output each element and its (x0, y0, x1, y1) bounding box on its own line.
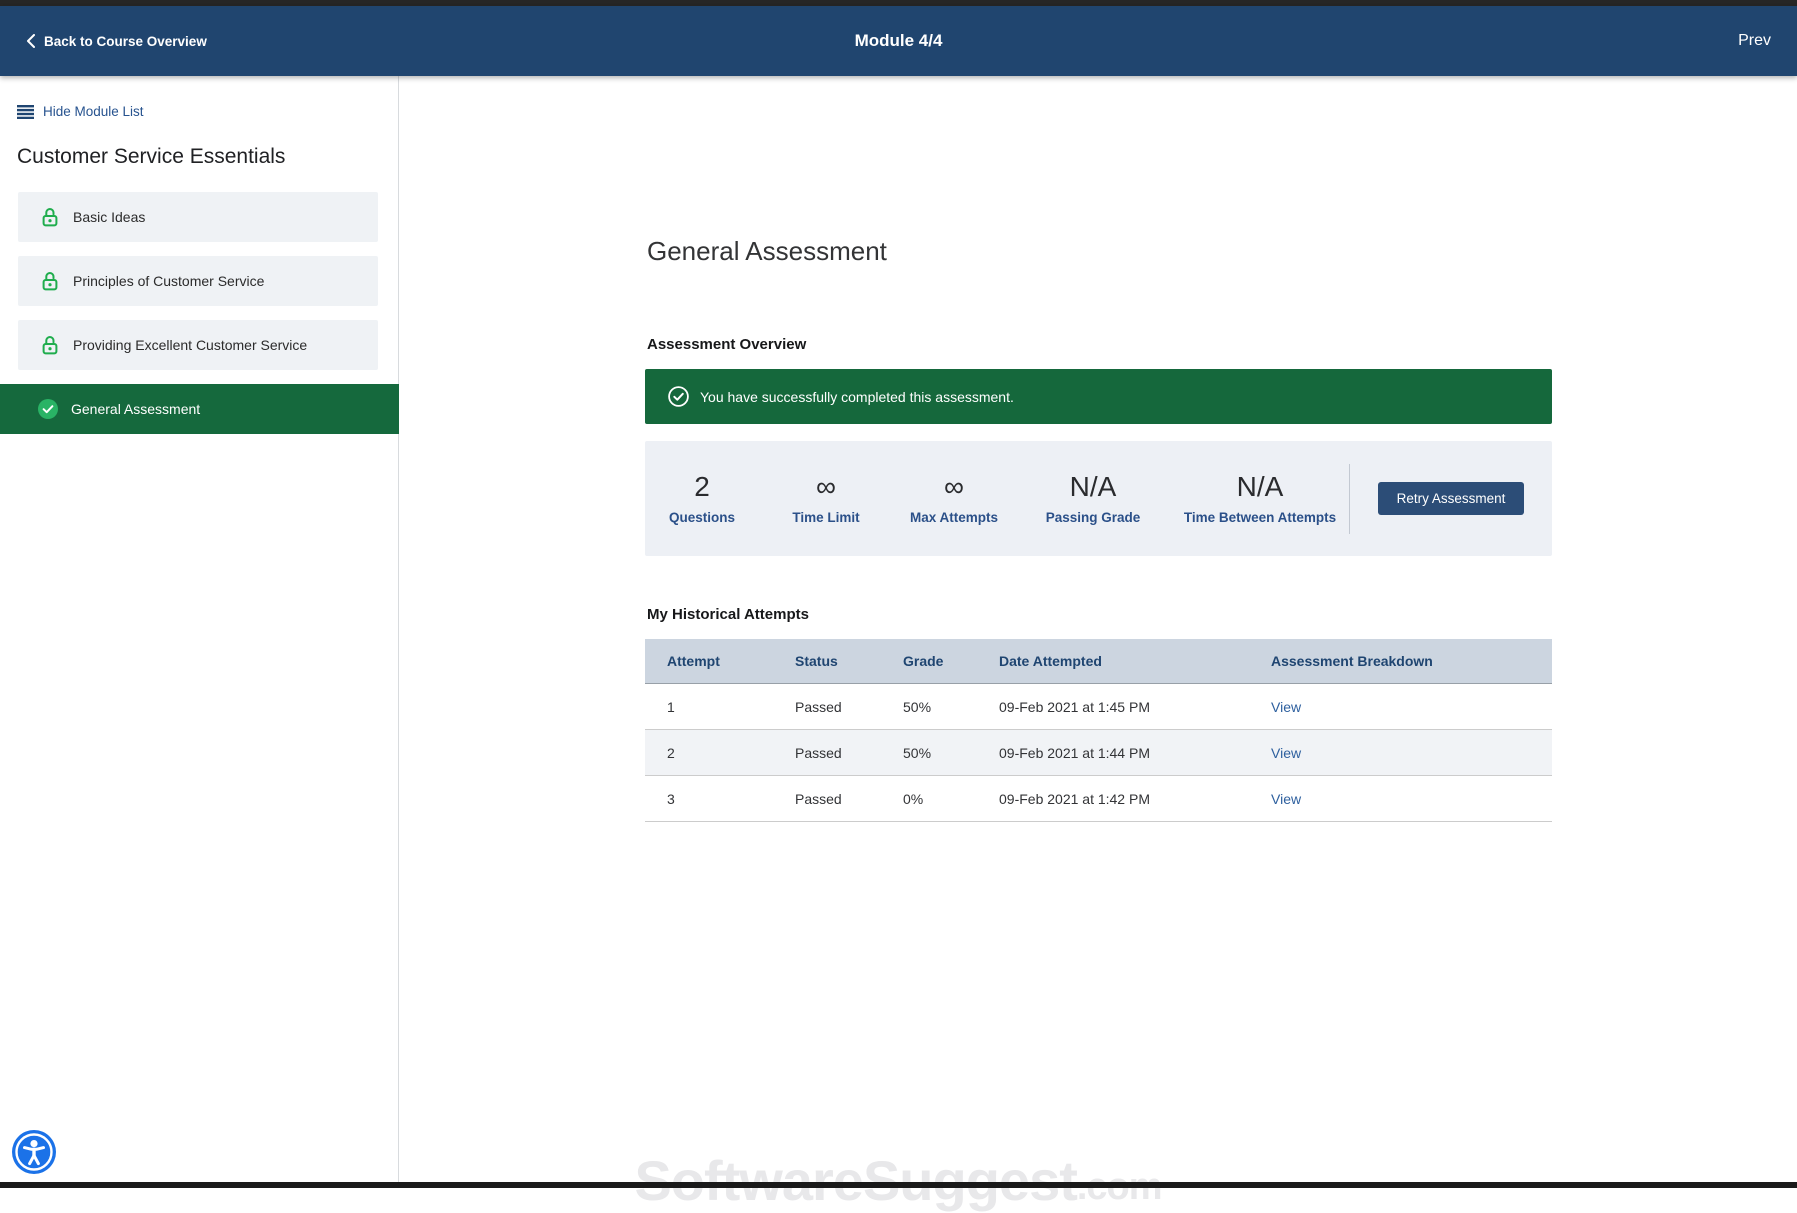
attempts-table: Attempt Status Grade Date Attempted Asse… (645, 639, 1552, 822)
success-banner-message: You have successfully completed this ass… (700, 389, 1014, 405)
column-header-grade: Grade (903, 653, 999, 669)
stat-label: Passing Grade (1015, 510, 1171, 525)
window-bottom-strip (0, 1182, 1797, 1188)
assessment-overview-heading: Assessment Overview (647, 336, 806, 353)
hide-module-list-toggle[interactable]: Hide Module List (17, 104, 398, 119)
table-row: 2 Passed 50% 09-Feb 2021 at 1:44 PM View (645, 730, 1552, 776)
watermark-suffix: .com (1077, 1166, 1162, 1213)
watermark-text: SoftwareSuggest (634, 1148, 1076, 1213)
module-item-label: Providing Excellent Customer Service (73, 337, 307, 353)
date-cell: 09-Feb 2021 at 1:45 PM (999, 699, 1271, 715)
main-content: General Assessment Assessment Overview Y… (399, 76, 1797, 1182)
historical-attempts-heading: My Historical Attempts (647, 606, 809, 623)
chevron-left-icon (26, 34, 35, 48)
grade-cell: 50% (903, 699, 999, 715)
accessibility-icon (11, 1129, 57, 1175)
attempt-cell: 2 (645, 745, 795, 761)
stat-value: 2 (645, 472, 759, 502)
stat-value: ∞ (759, 472, 893, 502)
stat-max-attempts: ∞ Max Attempts (893, 472, 1015, 525)
stat-value: N/A (1171, 472, 1349, 502)
sidebar-item-basic-ideas[interactable]: Basic Ideas (18, 192, 378, 242)
column-header-status: Status (795, 653, 903, 669)
back-to-course-button[interactable]: Back to Course Overview (26, 34, 207, 49)
course-title: Customer Service Essentials (17, 145, 398, 169)
grade-cell: 0% (903, 791, 999, 807)
module-list: Basic Ideas Principles of Customer Servi… (0, 192, 398, 434)
lock-open-icon (40, 208, 60, 227)
hamburger-icon (17, 105, 34, 119)
success-banner: You have successfully completed this ass… (645, 369, 1552, 424)
table-row: 3 Passed 0% 09-Feb 2021 at 1:42 PM View (645, 776, 1552, 822)
lock-open-icon (40, 272, 60, 291)
sidebar-item-general-assessment[interactable]: General Assessment (0, 384, 399, 434)
stat-value: N/A (1015, 472, 1171, 502)
grade-cell: 50% (903, 745, 999, 761)
stat-value: ∞ (893, 472, 1015, 502)
attempts-table-header: Attempt Status Grade Date Attempted Asse… (645, 639, 1552, 684)
status-cell: Passed (795, 699, 903, 715)
stat-questions: 2 Questions (645, 472, 759, 525)
attempt-cell: 1 (645, 699, 795, 715)
hide-module-list-label: Hide Module List (43, 104, 144, 119)
sidebar-item-principles[interactable]: Principles of Customer Service (18, 256, 378, 306)
stat-time-limit: ∞ Time Limit (759, 472, 893, 525)
table-row: 1 Passed 50% 09-Feb 2021 at 1:45 PM View (645, 684, 1552, 730)
stat-passing-grade: N/A Passing Grade (1015, 472, 1171, 525)
check-circle-outline-icon (668, 386, 689, 407)
prev-module-button[interactable]: Prev (1738, 32, 1771, 50)
stat-time-between-attempts: N/A Time Between Attempts (1171, 472, 1349, 525)
status-cell: Passed (795, 745, 903, 761)
module-item-label: Basic Ideas (73, 209, 145, 225)
accessibility-widget-button[interactable] (11, 1129, 57, 1175)
stat-label: Questions (645, 510, 759, 525)
lock-open-icon (40, 336, 60, 355)
date-cell: 09-Feb 2021 at 1:42 PM (999, 791, 1271, 807)
sidebar-item-providing-excellent[interactable]: Providing Excellent Customer Service (18, 320, 378, 370)
retry-button-area: Retry Assessment (1350, 482, 1552, 515)
column-header-date-attempted: Date Attempted (999, 653, 1271, 669)
app-header: Back to Course Overview Module 4/4 Prev (0, 6, 1797, 76)
module-progress-title: Module 4/4 (855, 31, 943, 51)
module-item-label: General Assessment (71, 401, 200, 417)
page-title: General Assessment (647, 236, 887, 267)
assessment-stats-panel: 2 Questions ∞ Time Limit ∞ Max Attempts … (645, 441, 1552, 556)
column-header-attempt: Attempt (645, 653, 795, 669)
date-cell: 09-Feb 2021 at 1:44 PM (999, 745, 1271, 761)
status-cell: Passed (795, 791, 903, 807)
back-to-course-label: Back to Course Overview (44, 34, 207, 49)
column-header-assessment-breakdown: Assessment Breakdown (1271, 653, 1552, 669)
module-sidebar: Hide Module List Customer Service Essent… (0, 76, 399, 1182)
attempt-cell: 3 (645, 791, 795, 807)
view-breakdown-link[interactable]: View (1271, 791, 1301, 807)
view-breakdown-link[interactable]: View (1271, 745, 1301, 761)
stat-label: Time Between Attempts (1171, 510, 1349, 525)
stat-label: Time Limit (759, 510, 893, 525)
retry-assessment-button[interactable]: Retry Assessment (1378, 482, 1524, 515)
module-item-label: Principles of Customer Service (73, 273, 264, 289)
stat-label: Max Attempts (893, 510, 1015, 525)
view-breakdown-link[interactable]: View (1271, 699, 1301, 715)
check-circle-icon (38, 399, 58, 419)
